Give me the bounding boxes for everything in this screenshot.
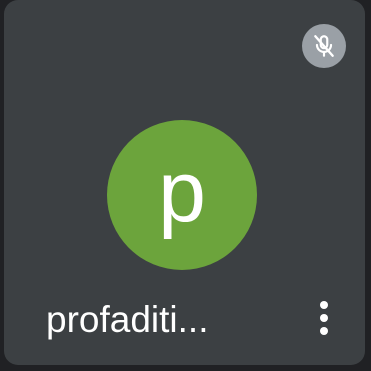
mic-off-icon <box>314 35 334 57</box>
mic-status-badge <box>302 24 346 68</box>
more-vert-icon-dot <box>320 327 328 335</box>
avatar: p <box>107 120 257 270</box>
participant-tile[interactable]: p profaditi... <box>4 0 365 365</box>
more-vert-icon <box>320 301 328 309</box>
more-options-button[interactable] <box>306 294 342 342</box>
more-vert-icon-dot <box>320 314 328 322</box>
participant-name: profaditi... <box>46 299 209 340</box>
avatar-letter: p <box>158 144 206 240</box>
